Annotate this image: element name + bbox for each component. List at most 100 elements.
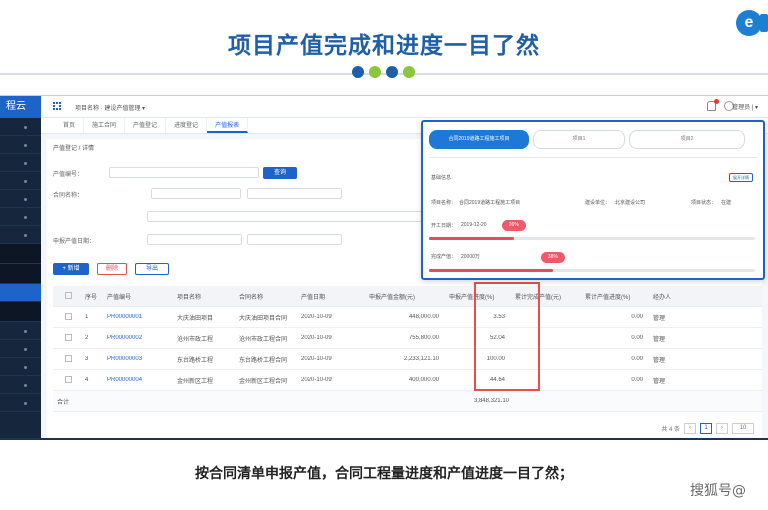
sidebar-item[interactable] (0, 226, 41, 244)
row-code-link[interactable]: PR00000001 (103, 314, 173, 320)
topbar-breadcrumb[interactable]: 项目名称 · 建设产值管理 ▾ (75, 103, 145, 112)
sidebar-item[interactable] (0, 376, 41, 394)
sidebar-item[interactable] (0, 136, 41, 154)
bell-icon[interactable] (707, 99, 719, 111)
table-row[interactable]: 2 PR00000002 沧州市政工程 沧州市政工程合同 2020-10-09 … (53, 328, 762, 349)
popup-tab-project[interactable]: 合同2019道路工程施工项目 (429, 130, 529, 149)
sidebar-brand: 程云 (0, 96, 41, 118)
row-no: 3 (85, 356, 89, 362)
row-cum-progress: 0.00 (631, 335, 643, 341)
sidebar-item[interactable] (0, 302, 41, 322)
decorative-dots (352, 66, 415, 78)
tab-progress-register[interactable]: 进度登记 (166, 118, 208, 133)
page-size-select[interactable]: 10 (732, 423, 754, 434)
row-handler: 管理 (653, 315, 666, 322)
value-progress-bar (429, 269, 755, 272)
project-detail-popup: 合同2019道路工程施工项目 项目1 项目2 基础信息 展开详情 项目名称： 合… (421, 120, 765, 280)
tab-value-register[interactable]: 产值登记 (125, 118, 167, 133)
popup-owner-label: 建设单位： (585, 200, 611, 206)
popup-start-label: 开工日期： (431, 223, 457, 229)
sidebar-item[interactable] (0, 394, 41, 412)
date-start-input[interactable] (147, 234, 242, 245)
sidebar-item[interactable] (0, 358, 41, 376)
select-all-checkbox[interactable] (65, 291, 72, 299)
row-checkbox[interactable] (65, 375, 72, 383)
row-code-link[interactable]: PR00000002 (103, 335, 173, 341)
next-page-button[interactable]: › (716, 423, 728, 434)
sidebar-item[interactable] (0, 322, 41, 340)
tab-contract[interactable]: 施工合同 (84, 118, 126, 133)
group-filter-select[interactable] (151, 188, 241, 199)
value-progress-badge: 38% (540, 252, 565, 263)
export-button[interactable]: 导出 (135, 263, 169, 275)
popup-tab-2[interactable]: 项目2 (629, 130, 745, 149)
prev-page-button[interactable]: ‹ (684, 423, 696, 434)
row-contract: 金州新区工程合同 (239, 378, 288, 385)
row-amount: 2,233,121.10 (403, 356, 439, 362)
slide: 项目产值完成和进度一目了然 e 程云 项目名称 · 建设产值管理 ▾ 管理员 |… (0, 0, 768, 510)
sidebar-item[interactable] (0, 172, 41, 190)
table-row[interactable]: 3 PR00000003 东台路桥工程 东台路桥工程合同 2020-10-09 … (53, 349, 762, 370)
row-code-link[interactable]: PR00000003 (103, 356, 173, 362)
filter-label-contract: 产值编号： (53, 172, 84, 178)
row-amount: 400,000.00 (408, 377, 439, 383)
group-filter-select-2[interactable] (247, 188, 342, 199)
total-label: 合计 (57, 399, 70, 406)
sidebar-item[interactable] (0, 340, 41, 358)
row-code-link[interactable]: PR00000004 (103, 377, 173, 383)
sidebar-item[interactable] (0, 190, 41, 208)
contract-filter-input[interactable] (109, 167, 259, 178)
row-no: 1 (85, 314, 89, 320)
filter-label-range: 申报产值日期： (53, 239, 96, 245)
sidebar-item-active[interactable] (0, 284, 41, 302)
row-checkbox[interactable] (65, 354, 72, 362)
total-amount: 3,848,321.10 (473, 398, 509, 404)
row-no: 2 (85, 335, 89, 341)
table-row[interactable]: 1 PR00000001 大庆油田项目 大庆油田项目合同 2020-10-09 … (53, 307, 762, 328)
popup-value-value: 20000万 (461, 254, 480, 260)
row-checkbox[interactable] (65, 312, 72, 320)
date-end-input[interactable] (247, 234, 342, 245)
table-row[interactable]: 4 PR00000004 金州新区工程 金州新区工程合同 2020-10-09 … (53, 370, 762, 391)
sidebar-item[interactable] (0, 244, 41, 264)
popup-detail-button[interactable]: 展开详情 (729, 173, 753, 182)
row-cum-progress: 0.00 (631, 314, 643, 320)
dot-icon (403, 66, 415, 78)
popup-tab-1[interactable]: 项目1 (533, 130, 625, 149)
pager-total: 共 4 条 (661, 427, 680, 433)
row-cum-progress: 0.00 (631, 377, 643, 383)
row-amount: 448,000.00 (408, 314, 439, 320)
option-filter-row[interactable] (147, 211, 447, 222)
row-handler: 管理 (653, 357, 666, 364)
sidebar-item[interactable] (0, 264, 41, 284)
table-header: 序号 产值编号 项目名称 合同名称 产值日期 申报产值金额(元) 申报产值进度(… (53, 286, 762, 307)
col-header: 产值日期 (301, 294, 326, 301)
tab-home[interactable]: 首页 (55, 118, 85, 133)
filter-label-group: 合同名称： (53, 193, 84, 199)
app-screenshot: 程云 项目名称 · 建设产值管理 ▾ 管理员 | ▾ 首页 施工合同 产值登记 … (0, 95, 768, 440)
popup-value-label: 完成产值： (431, 254, 457, 260)
page-number-button[interactable]: 1 (700, 423, 712, 434)
sidebar-item[interactable] (0, 118, 41, 136)
sidebar: 程云 (0, 96, 41, 438)
apps-grid-icon[interactable] (53, 102, 61, 110)
user-menu[interactable]: 管理员 | ▾ (732, 102, 758, 111)
progress-column-highlight (474, 282, 540, 391)
popup-status-label: 项目状态： (691, 200, 717, 206)
delete-button[interactable]: 删除 (97, 263, 127, 275)
popup-separator (429, 157, 757, 158)
popup-project-label: 项目名称： (431, 200, 457, 206)
dot-icon (386, 66, 398, 78)
row-contract: 东台路桥工程合同 (239, 357, 288, 364)
search-button[interactable]: 查询 (263, 167, 297, 179)
add-button[interactable]: + 新增 (53, 263, 89, 275)
table-total-row: 合计 3,848,321.10 (53, 391, 762, 412)
tab-value-report[interactable]: 产值报表 (207, 118, 249, 133)
row-checkbox[interactable] (65, 333, 72, 341)
dot-icon (369, 66, 381, 78)
row-project: 金州新区工程 (177, 378, 214, 385)
popup-section-title: 基础信息 (431, 175, 452, 181)
row-date: 2020-10-09 (301, 335, 332, 341)
sidebar-item[interactable] (0, 208, 41, 226)
sidebar-item[interactable] (0, 154, 41, 172)
